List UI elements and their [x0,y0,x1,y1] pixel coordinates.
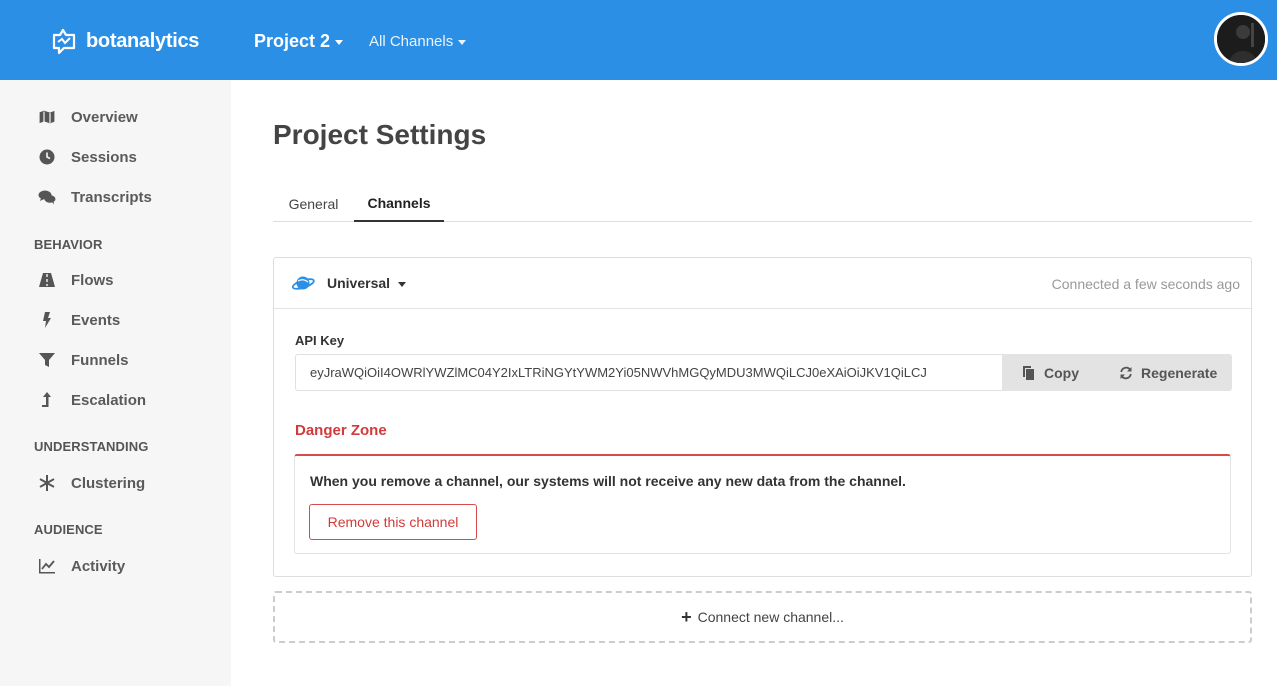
level-up-icon [42,392,51,407]
channels-dropdown-label: All Channels [369,33,454,50]
sidebar-item-escalation[interactable]: Escalation [38,391,146,409]
connect-new-channel-button[interactable]: + Connect new channel... [273,591,1252,643]
sidebar-item-transcripts[interactable]: Transcripts [38,188,152,206]
tab-channels[interactable]: Channels [354,186,444,222]
line-chart-icon [39,559,55,574]
sidebar-item-label: Sessions [71,148,137,166]
channel-card: Universal Connected a few seconds ago AP… [273,257,1252,577]
danger-zone-box: When you remove a channel, our systems w… [294,454,1231,554]
api-key-row: eyJraWQiOiI4OWRlYWZlMC04Y2IxLTRiNGYtYWM2… [295,354,1232,391]
sidebar-item-label: Transcripts [71,188,152,206]
logo-text: botanalytics [86,29,200,52]
tab-general[interactable]: General [273,186,354,222]
api-key-label: API Key [295,333,345,348]
sidebar-item-label: Funnels [71,351,129,369]
sidebar-item-label: Events [71,311,121,329]
sidebar-item-label: Flows [71,271,114,289]
copy-icon [1023,365,1034,380]
sidebar-item-label: Activity [71,557,126,575]
chevron-down-icon [458,40,467,45]
top-bar: botanalytics Project 2 All Channels [0,0,1277,80]
connection-status: Connected a few seconds ago [1051,276,1240,292]
channel-card-header: Universal Connected a few seconds ago [274,258,1251,309]
channel-type-dropdown[interactable]: Universal [291,273,407,293]
copy-button[interactable]: Copy [1022,365,1079,381]
sidebar: Overview Sessions Transcripts BEHAVIOR F… [0,80,231,686]
map-icon [38,109,56,125]
planet-icon [291,276,315,290]
sidebar-item-activity[interactable]: Activity [38,557,125,575]
project-dropdown[interactable]: Project 2 [254,31,344,52]
sidebar-item-label: Overview [71,108,138,126]
regenerate-button-label: Regenerate [1141,364,1218,381]
avatar-image [1217,15,1265,63]
plus-icon: + [681,607,692,627]
danger-zone-title: Danger Zone [295,422,387,439]
sidebar-section-behavior: BEHAVIOR [34,237,103,252]
remove-channel-button[interactable]: Remove this channel [309,504,477,540]
sidebar-item-clustering[interactable]: Clustering [38,474,145,492]
sidebar-item-flows[interactable]: Flows [38,271,114,289]
sidebar-item-sessions[interactable]: Sessions [38,148,137,166]
danger-zone-message: When you remove a channel, our systems w… [310,473,906,489]
chevron-down-icon [335,40,344,45]
asterisk-icon [39,475,55,491]
sidebar-item-label: Clustering [71,474,146,492]
logo[interactable]: botanalytics [50,27,199,55]
bolt-icon [43,312,51,328]
clock-icon [39,149,55,165]
filter-icon [39,353,55,367]
api-key-actions: Copy Regenerate [1002,354,1232,391]
sidebar-item-overview[interactable]: Overview [38,108,138,126]
road-icon [39,273,55,287]
sidebar-item-events[interactable]: Events [38,311,120,329]
connect-new-channel-label: Connect new channel... [697,609,844,625]
regenerate-button[interactable]: Regenerate [1119,365,1217,381]
logo-icon [52,28,76,55]
comments-icon [38,190,56,205]
sidebar-item-label: Escalation [71,391,147,409]
api-key-field[interactable]: eyJraWQiOiI4OWRlYWZlMC04Y2IxLTRiNGYtYWM2… [295,354,1002,391]
page-title: Project Settings [273,119,487,150]
copy-button-label: Copy [1044,364,1079,381]
chevron-down-icon [398,281,407,287]
sidebar-item-funnels[interactable]: Funnels [38,351,129,369]
avatar[interactable] [1214,12,1268,66]
channel-name: Universal [327,275,391,291]
sidebar-section-understanding: UNDERSTANDING [34,439,149,454]
settings-tabs: General Channels [273,186,1252,222]
sidebar-section-audience: AUDIENCE [34,522,103,537]
project-dropdown-label: Project 2 [254,31,331,51]
refresh-icon [1120,366,1132,379]
channels-dropdown[interactable]: All Channels [369,33,467,50]
